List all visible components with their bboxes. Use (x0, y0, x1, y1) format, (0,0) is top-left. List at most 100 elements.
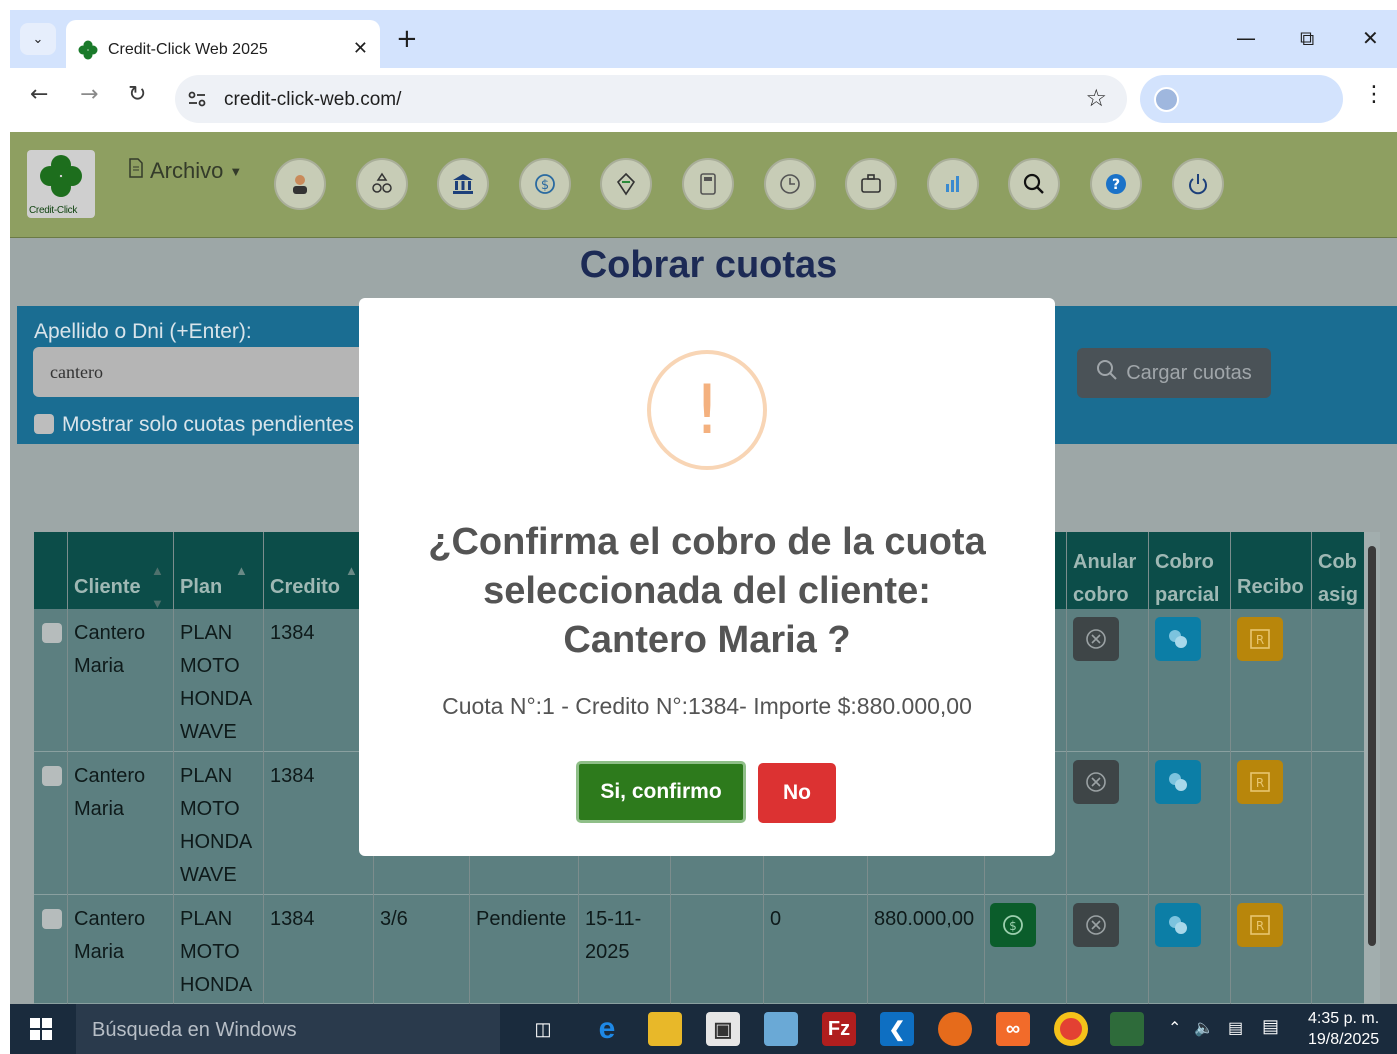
windows-start-icon[interactable] (30, 1018, 52, 1045)
receipt-button[interactable]: R (1237, 903, 1283, 947)
windows-search-box[interactable]: Búsqueda en Windows (76, 1004, 500, 1054)
tab-strip: ⌄ Credit-Click Web 2025 ✕ + — ⧉ ✕ (10, 10, 1397, 68)
cell-cliente: Maria (74, 941, 125, 963)
notifications-icon[interactable]: ▤ (1262, 1016, 1279, 1037)
col-credito[interactable]: Credito (270, 571, 340, 604)
person-icon[interactable] (274, 158, 326, 210)
forward-icon[interactable]: → (80, 82, 98, 107)
logo-text: Credit-Click (29, 205, 78, 216)
col-plan[interactable]: Plan (180, 571, 222, 604)
filezilla-icon[interactable]: Fz (822, 1012, 856, 1046)
calculator-icon[interactable] (682, 158, 734, 210)
cell-vencimiento: 2025 (585, 941, 630, 963)
cell-cliente: Cantero (74, 622, 146, 644)
pending-only-label: Mostrar solo cuotas pendientes (62, 413, 354, 436)
cell-plan: HONDA (180, 974, 253, 996)
money-icon[interactable]: $ (518, 158, 571, 210)
col-cob-2[interactable]: asig (1318, 579, 1358, 612)
pay-button[interactable]: $ (990, 903, 1036, 947)
tray-chevron-icon[interactable]: ⌃ (1168, 1018, 1181, 1038)
partial-payment-button[interactable] (1155, 617, 1201, 661)
bookmark-star-icon[interactable]: ☆ (1085, 84, 1107, 112)
table-row[interactable]: Cantero Maria PLAN MOTO HONDA 1384 3/6 P… (34, 895, 1364, 1004)
site-settings-icon[interactable] (187, 89, 207, 113)
credit-click-logo[interactable]: Credit-Click (27, 150, 95, 218)
receipt-icon: R (1250, 772, 1270, 792)
address-bar[interactable]: credit-click-web.com/ ☆ (175, 75, 1127, 123)
confirm-button[interactable]: Si, confirmo (576, 761, 746, 823)
table-scrollbar[interactable] (1364, 532, 1380, 1004)
cell-cuota: 3/6 (380, 908, 408, 930)
browser-tab[interactable]: Credit-Click Web 2025 ✕ (66, 20, 380, 68)
cancel-payment-button[interactable] (1073, 760, 1119, 804)
bar-chart-icon[interactable] (926, 158, 979, 210)
clock-icon[interactable] (763, 158, 816, 210)
minimize-icon[interactable]: — (1236, 26, 1256, 50)
cancel-button[interactable]: No (758, 763, 836, 823)
row-checkbox[interactable] (42, 909, 62, 929)
load-cuotas-button[interactable]: Cargar cuotas (1077, 348, 1271, 398)
reload-icon[interactable]: ↻ (128, 82, 146, 107)
store-icon[interactable]: ▣ (706, 1012, 740, 1046)
xampp-icon[interactable]: ∞ (996, 1012, 1030, 1046)
browser-window: ⌄ Credit-Click Web 2025 ✕ + — ⧉ ✕ ← → ↻ … (10, 10, 1397, 1004)
cancel-payment-button[interactable] (1073, 903, 1119, 947)
archivo-menu[interactable]: Archivo ▼ (128, 158, 242, 184)
search-icon[interactable] (1008, 158, 1061, 210)
close-tab-icon[interactable]: ✕ (353, 38, 368, 59)
task-view-icon[interactable]: ◫ (526, 1012, 560, 1046)
col-cliente[interactable]: Cliente (74, 571, 141, 604)
row-checkbox[interactable] (42, 623, 62, 643)
col-cob-1[interactable]: Cob (1318, 546, 1357, 579)
col-anular-2[interactable]: cobro (1073, 579, 1129, 612)
back-icon[interactable]: ← (30, 82, 48, 107)
column-divider (67, 532, 68, 1004)
partial-payment-button[interactable] (1155, 760, 1201, 804)
network-icon[interactable]: ▤ (1228, 1018, 1243, 1038)
notepad-icon[interactable] (764, 1012, 798, 1046)
cell-credito: 1384 (270, 908, 315, 930)
col-cobro-1[interactable]: Cobro (1155, 546, 1214, 579)
restore-icon[interactable]: ⧉ (1300, 26, 1314, 50)
close-window-icon[interactable]: ✕ (1362, 26, 1379, 50)
bank-icon[interactable] (437, 158, 490, 210)
col-cobro-2[interactable]: parcial (1155, 579, 1219, 612)
browser-menu-icon[interactable]: ⋮ (1363, 82, 1385, 107)
vscode-icon[interactable]: ❮ (880, 1012, 914, 1046)
profile-button[interactable] (1140, 75, 1343, 123)
volume-icon[interactable]: 🔈 (1194, 1018, 1214, 1038)
url-text: credit-click-web.com/ (224, 89, 402, 110)
document-icon (128, 158, 144, 184)
svg-text:R: R (1256, 633, 1264, 647)
scrollbar-thumb[interactable] (1368, 546, 1376, 946)
help-icon[interactable]: ? (1090, 158, 1142, 210)
shapes-icon[interactable] (355, 158, 408, 210)
tab-search-button[interactable]: ⌄ (20, 23, 56, 55)
col-anular-1[interactable]: Anular (1073, 546, 1136, 579)
briefcase-icon[interactable] (845, 158, 898, 210)
gem-icon[interactable] (600, 158, 653, 210)
row-checkbox[interactable] (42, 766, 62, 786)
receipt-button[interactable]: R (1237, 760, 1283, 804)
coins-icon (1169, 773, 1187, 791)
receipt-button[interactable]: R (1237, 617, 1283, 661)
search-input[interactable]: cantero (33, 347, 373, 397)
edge-icon[interactable]: e (590, 1012, 624, 1046)
system-clock[interactable]: 4:35 p. m. 19/8/2025 (1308, 1008, 1379, 1050)
windows-taskbar: Búsqueda en Windows ◫ e ▣ Fz ❮ ∞ ⌃ 🔈 ▤ ▤… (10, 1004, 1397, 1054)
app-icon[interactable] (1110, 1012, 1144, 1046)
pending-only-checkbox[interactable] (34, 414, 54, 434)
sort-icon[interactable]: ▲ (235, 554, 248, 587)
cell-pagado: 0 (770, 908, 782, 930)
col-recibo[interactable]: Recibo (1237, 571, 1304, 604)
firefox-icon[interactable] (938, 1012, 972, 1046)
app-navbar: Credit-Click Archivo ▼ $? (10, 132, 1397, 238)
new-tab-button[interactable]: + (396, 24, 418, 54)
svg-text:R: R (1256, 776, 1264, 790)
power-icon[interactable] (1171, 158, 1224, 210)
sort-icon[interactable]: ▲ (345, 554, 358, 587)
partial-payment-button[interactable] (1155, 903, 1201, 947)
chrome-icon[interactable] (1054, 1012, 1088, 1046)
cancel-payment-button[interactable] (1073, 617, 1119, 661)
file-explorer-icon[interactable] (648, 1012, 682, 1046)
